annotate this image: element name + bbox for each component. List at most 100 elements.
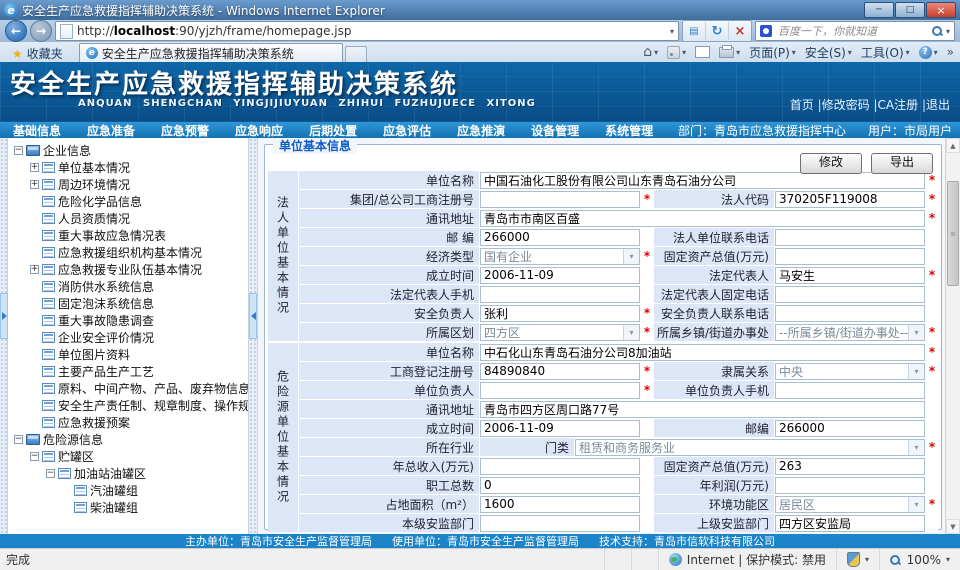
- field-input[interactable]: [480, 191, 640, 208]
- field-input[interactable]: [480, 267, 640, 284]
- menu-item[interactable]: 应急响应: [222, 122, 296, 138]
- field-input[interactable]: [775, 267, 925, 284]
- field-input[interactable]: [480, 496, 640, 513]
- menu-item[interactable]: 后期处置: [296, 122, 370, 138]
- scroll-up-button[interactable]: [946, 138, 960, 153]
- field-input[interactable]: [480, 210, 925, 227]
- plus-expander-icon[interactable]: [30, 180, 39, 189]
- minus-expander-icon[interactable]: [14, 435, 23, 444]
- search-dropdown-icon[interactable]: [946, 27, 950, 36]
- field-input[interactable]: [775, 191, 925, 208]
- scroll-thumb[interactable]: [947, 181, 959, 286]
- sidebar-collapse-handle[interactable]: [249, 293, 257, 339]
- tree-node[interactable]: 应急救援预案: [8, 414, 248, 431]
- scroll-down-button[interactable]: [946, 519, 960, 534]
- minus-expander-icon[interactable]: [30, 452, 39, 461]
- form-scrollbar[interactable]: [945, 138, 960, 534]
- new-tab-stub[interactable]: [345, 46, 367, 62]
- menu-item[interactable]: 应急评估: [370, 122, 444, 138]
- field-input[interactable]: [775, 477, 925, 494]
- plus-expander-icon[interactable]: [30, 163, 39, 172]
- header-link[interactable]: 退出: [926, 98, 950, 112]
- tree-node[interactable]: 安全生产责任制、规章制度、操作规程信息: [8, 397, 248, 414]
- close-button[interactable]: ×: [926, 2, 956, 18]
- field-input[interactable]: [480, 420, 640, 437]
- field-select[interactable]: 国有企业: [480, 248, 640, 265]
- field-input[interactable]: [480, 515, 640, 532]
- tree-node[interactable]: 原料、中间产物、产品、废弃物信息: [8, 380, 248, 397]
- field-input[interactable]: [775, 248, 925, 265]
- field-input[interactable]: [775, 515, 925, 532]
- field-input[interactable]: [775, 229, 925, 246]
- field-select[interactable]: 四方区: [480, 324, 640, 341]
- field-input[interactable]: [480, 382, 640, 399]
- command-menu-button[interactable]: 安全(S): [805, 44, 852, 61]
- forward-button[interactable]: [30, 20, 52, 42]
- header-link[interactable]: CA注册: [878, 98, 919, 112]
- help-button[interactable]: [919, 46, 938, 59]
- tree-node[interactable]: 应急救援组织机构基本情况: [8, 244, 248, 261]
- tree-node[interactable]: 重大事故隐患调查: [8, 312, 248, 329]
- minus-expander-icon[interactable]: [14, 146, 23, 155]
- stop-button[interactable]: [729, 22, 751, 40]
- field-input[interactable]: [775, 382, 925, 399]
- command-menu-button[interactable]: 页面(P): [749, 44, 796, 61]
- field-input[interactable]: [480, 401, 925, 418]
- field-input[interactable]: [775, 420, 925, 437]
- tree-node[interactable]: 应急救援专业队伍基本情况: [8, 261, 248, 278]
- address-bar[interactable]: http://localhost:90/yjzh/frame/homepage.…: [55, 21, 679, 41]
- header-link[interactable]: 首页: [790, 98, 814, 112]
- address-dropdown-icon[interactable]: [670, 27, 674, 36]
- field-input[interactable]: [480, 477, 640, 494]
- field-input[interactable]: [775, 286, 925, 303]
- compatibility-view-button[interactable]: [683, 22, 706, 40]
- field-input[interactable]: [775, 458, 925, 475]
- tree-node[interactable]: 汽油罐组: [8, 482, 248, 499]
- tree-node[interactable]: 固定泡沫系统信息: [8, 295, 248, 312]
- plus-expander-icon[interactable]: [30, 265, 39, 274]
- field-input[interactable]: [480, 286, 640, 303]
- field-select[interactable]: 中央: [775, 363, 925, 380]
- tree-node[interactable]: 柴油罐组: [8, 499, 248, 516]
- home-button[interactable]: [643, 44, 658, 60]
- field-input[interactable]: [480, 229, 640, 246]
- minus-expander-icon[interactable]: [46, 469, 55, 478]
- protected-mode-button[interactable]: [836, 549, 879, 570]
- scroll-track[interactable]: [946, 153, 960, 519]
- back-button[interactable]: [5, 20, 27, 42]
- field-input[interactable]: [480, 458, 640, 475]
- field-select[interactable]: 居民区: [775, 496, 925, 513]
- search-icon[interactable]: [932, 26, 942, 36]
- feeds-button[interactable]: [667, 46, 686, 59]
- modify-button[interactable]: 修改: [800, 153, 862, 174]
- browser-tab[interactable]: e 安全生产应急救援指挥辅助决策系统: [79, 43, 343, 62]
- tree-node[interactable]: 贮罐区: [8, 448, 248, 465]
- read-mail-button[interactable]: [695, 46, 710, 58]
- tree-node[interactable]: 主要产品生产工艺: [8, 363, 248, 380]
- tree-node[interactable]: 危险化学品信息: [8, 193, 248, 210]
- menu-item[interactable]: 应急准备: [74, 122, 148, 138]
- field-input[interactable]: [480, 172, 925, 189]
- search-box[interactable]: [755, 21, 955, 41]
- refresh-button[interactable]: [706, 22, 729, 40]
- tree-node[interactable]: 周边环境情况: [8, 176, 248, 193]
- tree-node[interactable]: 单位基本情况: [8, 159, 248, 176]
- left-collapse-handle[interactable]: [0, 293, 8, 339]
- tree-node[interactable]: 重大事故应急情况表: [8, 227, 248, 244]
- menu-item[interactable]: 应急推演: [444, 122, 518, 138]
- sidebar-splitter[interactable]: [248, 138, 258, 534]
- chevron-more-icon[interactable]: [947, 45, 954, 59]
- tree-node[interactable]: 加油站油罐区: [8, 465, 248, 482]
- menu-item[interactable]: 应急预警: [148, 122, 222, 138]
- command-menu-button[interactable]: 工具(O): [861, 44, 910, 61]
- tree-node[interactable]: 企业安全评价情况: [8, 329, 248, 346]
- zoom-control[interactable]: 100%: [879, 549, 960, 570]
- field-select[interactable]: --所属乡镇/街道办事处--: [775, 324, 925, 341]
- search-input[interactable]: [776, 24, 928, 39]
- field-input[interactable]: [480, 363, 640, 380]
- tree-node[interactable]: 危险源信息: [8, 431, 248, 448]
- header-link[interactable]: 修改密码: [822, 98, 870, 112]
- tree-node[interactable]: 人员资质情况: [8, 210, 248, 227]
- field-input[interactable]: [480, 305, 640, 322]
- maximize-button[interactable]: □: [895, 2, 925, 18]
